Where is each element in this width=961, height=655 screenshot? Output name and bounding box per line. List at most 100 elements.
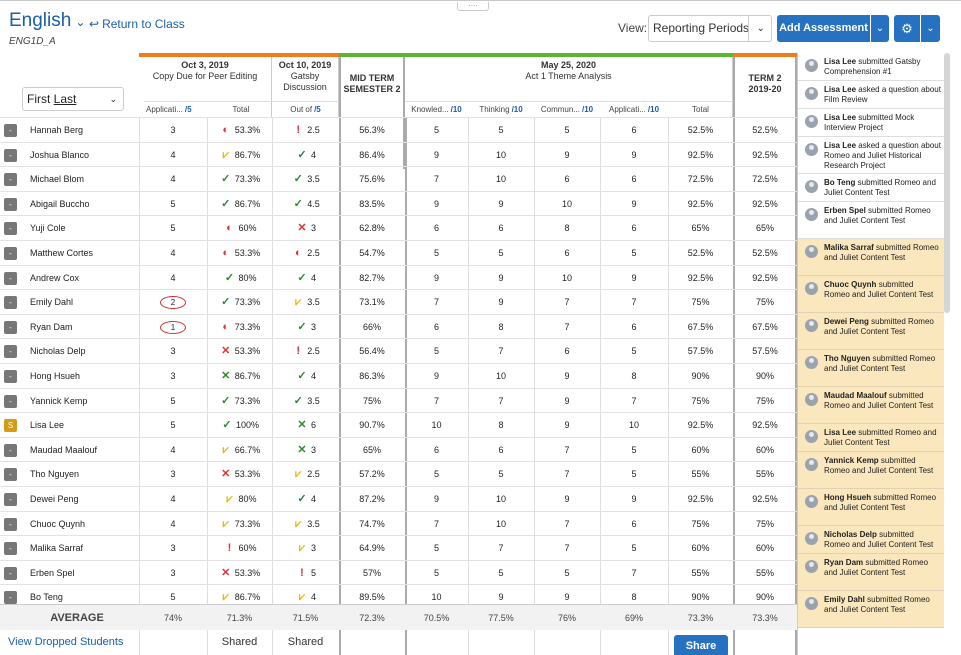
grade-cell[interactable]: ◐ 60% xyxy=(207,216,272,240)
grade-cell[interactable]: ✓ 4 xyxy=(272,364,339,388)
grade-cell[interactable]: 10 xyxy=(534,266,600,290)
grade-cell[interactable]: 10 xyxy=(468,512,534,536)
feed-item[interactable]: Erben Spel submitted Romeo and Juliet Co… xyxy=(798,202,944,239)
grade-cell[interactable]: 67.5% xyxy=(733,315,797,339)
grade-cell[interactable]: 9 xyxy=(468,266,534,290)
grade-cell[interactable]: ! 60% xyxy=(207,536,272,560)
grade-cell[interactable]: 54.7% xyxy=(339,241,405,265)
grade-cell[interactable]: 10 xyxy=(600,413,668,437)
student-status-badge[interactable]: - xyxy=(4,197,17,211)
grade-cell[interactable]: ✓ 73.3% xyxy=(207,167,272,191)
grade-cell[interactable]: 4 xyxy=(139,167,207,191)
grade-cell[interactable]: 5 xyxy=(139,216,207,240)
grade-cell[interactable]: ⩗ 73.3% xyxy=(207,512,272,536)
grade-cell[interactable]: 10 xyxy=(468,364,534,388)
grade-cell[interactable]: 65% xyxy=(339,438,405,462)
grade-cell[interactable]: 52.5% xyxy=(668,241,733,265)
grade-cell[interactable]: 10 xyxy=(534,192,600,216)
grade-cell[interactable]: 82.7% xyxy=(339,266,405,290)
student-name[interactable]: Andrew Cox xyxy=(30,266,79,290)
table-row[interactable]: - Malika Sarraf 3! 60% ⩗ 3 64.9% 5 7 7 5 60% 60% xyxy=(0,535,797,560)
student-name[interactable]: Hong Hsueh xyxy=(30,364,80,388)
grade-cell[interactable]: 7 xyxy=(534,512,600,536)
grade-cell[interactable]: 64.9% xyxy=(339,536,405,560)
grade-cell[interactable]: 60% xyxy=(668,438,733,462)
grade-cell[interactable]: 6 xyxy=(534,241,600,265)
feed-item[interactable]: Dewei Peng submitted Romeo and Juliet Co… xyxy=(798,313,944,350)
grade-cell[interactable]: 2 xyxy=(139,290,207,314)
return-to-class-link[interactable]: ↩ Return to Class xyxy=(89,17,185,31)
grade-cell[interactable]: 73.1% xyxy=(339,290,405,314)
table-row[interactable]: - Matthew Cortes 4 ◐ 53.3% ◐ 2.5 54.7% 5 5 6 5 52.5%… xyxy=(0,240,797,265)
grade-cell[interactable]: ✓ 73.3% xyxy=(207,389,272,413)
feed-item[interactable]: Maudad Maalouf submitted Romeo and Julie… xyxy=(798,387,944,424)
name-sort-select[interactable]: First Last ⌄ xyxy=(22,87,124,111)
grade-cell[interactable]: 75% xyxy=(733,512,797,536)
grade-cell[interactable]: 7 xyxy=(534,536,600,560)
student-name[interactable]: Tho Nguyen xyxy=(30,462,79,486)
grade-cell[interactable]: 86.4% xyxy=(339,143,405,167)
grade-cell[interactable]: 5 xyxy=(534,118,600,142)
table-row[interactable]: - Ryan Dam 1 ◐ 73.3% ✓ 3 66% 6 8 7 6 67.5% 67.5% xyxy=(0,313,797,339)
grade-cell[interactable]: 9 xyxy=(405,364,468,388)
grade-cell[interactable]: 5 xyxy=(468,118,534,142)
grade-cell[interactable]: ✓ 100% xyxy=(207,413,272,437)
grade-cell[interactable]: ! 5 xyxy=(272,561,339,585)
grade-cell[interactable]: 5 xyxy=(468,462,534,486)
grade-cell[interactable]: 8 xyxy=(468,413,534,437)
grade-cell[interactable]: 6 xyxy=(600,315,668,339)
grade-cell[interactable]: 9 xyxy=(405,143,468,167)
grade-cell[interactable]: 92.5% xyxy=(733,266,797,290)
grade-cell[interactable]: 56.3% xyxy=(339,118,405,142)
grade-cell[interactable]: 75% xyxy=(733,389,797,413)
grade-cell[interactable]: 9 xyxy=(405,266,468,290)
grade-cell[interactable]: 60% xyxy=(733,536,797,560)
grade-cell[interactable]: 87.2% xyxy=(339,487,405,511)
feed-item[interactable]: Emily Dahl submitted Romeo and Juliet Co… xyxy=(798,591,944,628)
grade-cell[interactable]: 57.2% xyxy=(339,462,405,486)
table-row[interactable]: - Yannick Kemp 5 ✓ 73.3% ✓ 3.5 75% 7 7 9 7 75% 75% xyxy=(0,387,797,413)
grade-cell[interactable]: 5 xyxy=(139,389,207,413)
student-status-badge[interactable]: - xyxy=(4,493,17,506)
student-status-badge[interactable]: - xyxy=(4,124,17,137)
grade-cell[interactable]: 6 xyxy=(600,512,668,536)
table-row[interactable]: - Hong Hsueh 3 ✕ 86.7% ✓ 4 86.3% 9 10 9 8 90% 90% xyxy=(0,363,797,388)
grade-cell[interactable]: 62.8% xyxy=(339,216,405,240)
student-name[interactable]: Erben Spel xyxy=(30,561,75,585)
student-status-badge[interactable]: - xyxy=(4,296,17,310)
grade-cell[interactable]: ✓ 80% xyxy=(207,266,272,290)
table-row[interactable]: - Yuji Cole 5 ◐ 60% ✕ 3 62.8% 6 6 8 6 65% 65% xyxy=(0,215,797,240)
grade-cell[interactable]: 90% xyxy=(668,364,733,388)
grade-cell[interactable]: 3 xyxy=(139,536,207,560)
grade-cell[interactable]: ✕ 3 xyxy=(272,438,339,462)
grade-cell[interactable]: 4 xyxy=(139,241,207,265)
student-name[interactable]: Ryan Dam xyxy=(30,315,73,339)
grade-cell[interactable]: 7 xyxy=(468,389,534,413)
feed-scrollbar[interactable] xyxy=(944,53,950,313)
grade-cell[interactable]: 52.5% xyxy=(668,118,733,142)
table-row[interactable]: - Michael Blom 4 ✓ 73.3% ✓ 3.5 75.6% 7 10 6 6 72.5% 7… xyxy=(0,166,797,191)
grade-cell[interactable]: 72.5% xyxy=(733,167,797,191)
grade-cell[interactable]: 8 xyxy=(534,216,600,240)
student-status-badge[interactable]: - xyxy=(4,247,17,260)
grade-cell[interactable]: ✕ 53.3% xyxy=(207,561,272,585)
grade-cell[interactable]: 3 xyxy=(139,339,207,363)
table-row[interactable]: - Emily Dahl 2 ✓ 73.3% ⩗ 3.5 73.1% 7 9 7 7 75% 75% xyxy=(0,289,797,314)
grade-cell[interactable]: ✕ 53.3% xyxy=(207,462,272,486)
grade-cell[interactable]: 60% xyxy=(668,536,733,560)
table-row[interactable]: - Maudad Maalouf 4 ⩗ 66.7% ✕ 3 65% 6 6 7 5 60% 60% xyxy=(0,436,797,462)
grade-cell[interactable]: 5 xyxy=(405,118,468,142)
add-assessment-button[interactable]: Add Assessment xyxy=(777,15,870,42)
grade-cell[interactable]: 1 xyxy=(139,315,207,339)
grade-cell[interactable]: 9 xyxy=(600,192,668,216)
grade-cell[interactable]: 9 xyxy=(468,290,534,314)
grade-cell[interactable]: 65% xyxy=(733,216,797,240)
student-status-badge[interactable]: - xyxy=(4,222,17,236)
student-name[interactable]: Hannah Berg xyxy=(30,118,83,142)
grade-cell[interactable]: 4 xyxy=(139,487,207,511)
grade-cell[interactable]: ◐ 73.3% xyxy=(207,315,272,339)
grade-cell[interactable]: 74.7% xyxy=(339,512,405,536)
table-row[interactable]: - Tho Nguyen 3 ✕ 53.3% ⩗ 2.5 57.2% 5 5 7 5 55% 55% xyxy=(0,461,797,486)
grade-cell[interactable]: ⩗ 3.5 xyxy=(272,290,339,314)
grade-cell[interactable]: 3 xyxy=(139,561,207,585)
